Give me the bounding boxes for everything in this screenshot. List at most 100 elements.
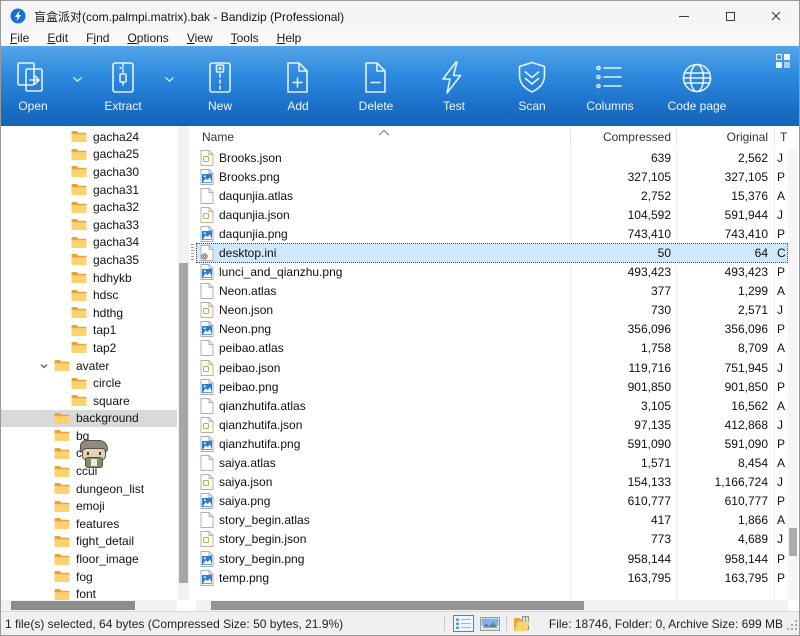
file-row-temp.png[interactable]: temp.png163,795163,795P <box>196 568 788 587</box>
toolbar-open-button[interactable]: Open <box>1 57 65 117</box>
folder-tree: gacha24gacha25gacha30gacha31gacha32gacha… <box>1 128 177 600</box>
sidebar-item-features[interactable]: features <box>1 515 177 533</box>
toolbar-delete-button[interactable]: Delete <box>337 57 415 117</box>
sidebar-item-hdsc[interactable]: hdsc <box>1 286 177 304</box>
sidebar-item-gacha33[interactable]: gacha33 <box>1 216 177 234</box>
sidebar-item-emoji[interactable]: emoji <box>1 497 177 515</box>
sidebar-item-gacha30[interactable]: gacha30 <box>1 163 177 181</box>
file-row-saiya.json[interactable]: saiya.json154,1331,166,724J <box>196 473 788 492</box>
menu-item-tools[interactable]: Tools <box>222 31 268 46</box>
sidebar-item-gacha31[interactable]: gacha31 <box>1 181 177 199</box>
sidebar-item-dungeon_list[interactable]: dungeon_list <box>1 480 177 498</box>
folder-label: gacha35 <box>93 253 139 267</box>
close-button[interactable] <box>753 1 799 31</box>
file-row-qianzhutifa.png[interactable]: qianzhutifa.png591,090591,090P <box>196 434 788 453</box>
file-row-story_begin.atlas[interactable]: story_begin.atlas4171,866A <box>196 511 788 530</box>
file-row-Neon.json[interactable]: Neon.json7302,571J <box>196 301 788 320</box>
file-row-peibao.atlas[interactable]: peibao.atlas1,7588,709A <box>196 339 788 358</box>
sidebar-item-hdhykb[interactable]: hdhykb <box>1 269 177 287</box>
column-divider[interactable] <box>570 129 571 145</box>
menu-item-options[interactable]: Options <box>118 31 177 46</box>
toolbar-scan-button[interactable]: Scan <box>493 57 571 117</box>
sidebar-horizontal-scrollbar[interactable] <box>1 600 177 611</box>
menu-item-find[interactable]: Find <box>77 31 118 46</box>
sidebar-item-avater[interactable]: avater <box>1 357 177 375</box>
sidebar-item-gacha25[interactable]: gacha25 <box>1 146 177 164</box>
sidebar-item-tap2[interactable]: tap2 <box>1 339 177 357</box>
list-horizontal-scrollbar-thumb[interactable] <box>211 601 584 610</box>
sidebar-item-font[interactable]: font <box>1 585 177 600</box>
open-dropdown-chevron-icon[interactable] <box>65 57 89 101</box>
sidebar-item-gacha24[interactable]: gacha24 <box>1 128 177 146</box>
file-row-lunci_and_qianzhu.png[interactable]: lunci_and_qianzhu.png493,423493,423P <box>196 263 788 282</box>
column-divider[interactable] <box>676 129 677 145</box>
pane-splitter[interactable] <box>189 126 196 611</box>
column-header-type[interactable]: T <box>780 130 787 144</box>
file-type: J <box>777 532 783 546</box>
menu-item-edit[interactable]: Edit <box>38 31 77 46</box>
maximize-button[interactable] <box>707 1 753 31</box>
grid-layout-toggle-icon[interactable] <box>776 54 790 73</box>
menu-item-help[interactable]: Help <box>268 31 311 46</box>
sidebar-item-square[interactable]: square <box>1 392 177 410</box>
sidebar-item-gacha35[interactable]: gacha35 <box>1 251 177 269</box>
file-row-saiya.atlas[interactable]: saiya.atlas1,5718,454A <box>196 454 788 473</box>
file-name: qianzhutifa.json <box>219 418 302 432</box>
sidebar-vertical-scrollbar-thumb[interactable] <box>179 263 188 583</box>
list-vertical-scrollbar[interactable] <box>788 148 798 600</box>
file-row-peibao.png[interactable]: peibao.png901,850901,850P <box>196 377 788 396</box>
thumbnails-view-button[interactable] <box>480 617 500 631</box>
file-row-desktop.ini[interactable]: desktop.ini5064C <box>196 243 788 262</box>
file-row-saiya.png[interactable]: saiya.png610,777610,777P <box>196 492 788 511</box>
sidebar-vertical-scrollbar[interactable] <box>178 126 189 600</box>
file-row-daqunjia.png[interactable]: daqunjia.png743,410743,410P <box>196 224 788 243</box>
minimize-button[interactable] <box>661 1 707 31</box>
toolbar-extract-button[interactable]: Extract <box>89 57 157 117</box>
sidebar-item-fog[interactable]: fog <box>1 568 177 586</box>
toolbar-add-button[interactable]: Add <box>259 57 337 117</box>
toolbar-test-label: Test <box>443 99 465 113</box>
original-size: 2,562 <box>677 151 768 165</box>
file-row-daqunjia.json[interactable]: daqunjia.json104,592591,944J <box>196 205 788 224</box>
sidebar-horizontal-scrollbar-thumb[interactable] <box>11 601 135 610</box>
sidebar-item-gacha34[interactable]: gacha34 <box>1 234 177 252</box>
menu-item-file[interactable]: File <box>1 31 38 46</box>
sidebar-item-hdthg[interactable]: hdthg <box>1 304 177 322</box>
file-row-peibao.json[interactable]: peibao.json119,716751,945J <box>196 358 788 377</box>
file-row-Brooks.json[interactable]: Brooks.json6392,562J <box>196 148 788 167</box>
file-row-Neon.png[interactable]: Neon.png356,096356,096P <box>196 320 788 339</box>
file-row-Brooks.png[interactable]: Brooks.png327,105327,105P <box>196 167 788 186</box>
file-row-story_begin.json[interactable]: story_begin.json7734,689J <box>196 530 788 549</box>
column-divider[interactable] <box>774 129 775 145</box>
sidebar-item-circle[interactable]: circle <box>1 374 177 392</box>
toolbar-test-button[interactable]: Test <box>415 57 493 117</box>
sidebar-item-fight_detail[interactable]: fight_detail <box>1 533 177 551</box>
folder-tree-pane: gacha24gacha25gacha30gacha31gacha32gacha… <box>1 126 189 611</box>
sidebar-item-floor_image[interactable]: floor_image <box>1 550 177 568</box>
file-row-qianzhutifa.atlas[interactable]: qianzhutifa.atlas3,10516,562A <box>196 396 788 415</box>
file-row-daqunjia.atlas[interactable]: daqunjia.atlas2,75215,376A <box>196 186 788 205</box>
chevron-down-icon[interactable] <box>39 360 49 374</box>
file-type: P <box>777 437 785 451</box>
sidebar-item-tap1[interactable]: tap1 <box>1 322 177 340</box>
list-horizontal-scrollbar[interactable] <box>196 600 788 611</box>
open-archive-folder-button[interactable] <box>513 615 532 632</box>
toolbar-columns-button[interactable]: Columns <box>571 57 649 117</box>
file-row-story_begin.png[interactable]: story_begin.png958,144958,144P <box>196 549 788 568</box>
resize-grip[interactable] <box>786 619 798 634</box>
list-vertical-scrollbar-thumb[interactable] <box>789 528 797 556</box>
details-view-button[interactable] <box>453 615 474 632</box>
menu-item-view[interactable]: View <box>178 31 222 46</box>
extract-dropdown-chevron-icon[interactable] <box>157 57 181 101</box>
column-header-name[interactable]: Name <box>202 130 234 144</box>
file-row-qianzhutifa.json[interactable]: qianzhutifa.json97,135412,868J <box>196 415 788 434</box>
json-file-icon <box>200 360 214 376</box>
file-row-Neon.atlas[interactable]: Neon.atlas3771,299A <box>196 282 788 301</box>
sidebar-item-gacha32[interactable]: gacha32 <box>1 198 177 216</box>
folder-icon <box>71 236 87 249</box>
toolbar-codepage-button[interactable]: Code page <box>649 57 745 117</box>
column-header-compressed[interactable]: Compressed <box>566 130 671 144</box>
sidebar-item-background[interactable]: background <box>1 410 177 428</box>
column-header-original[interactable]: Original <box>677 130 768 144</box>
toolbar-new-button[interactable]: New <box>181 57 259 117</box>
